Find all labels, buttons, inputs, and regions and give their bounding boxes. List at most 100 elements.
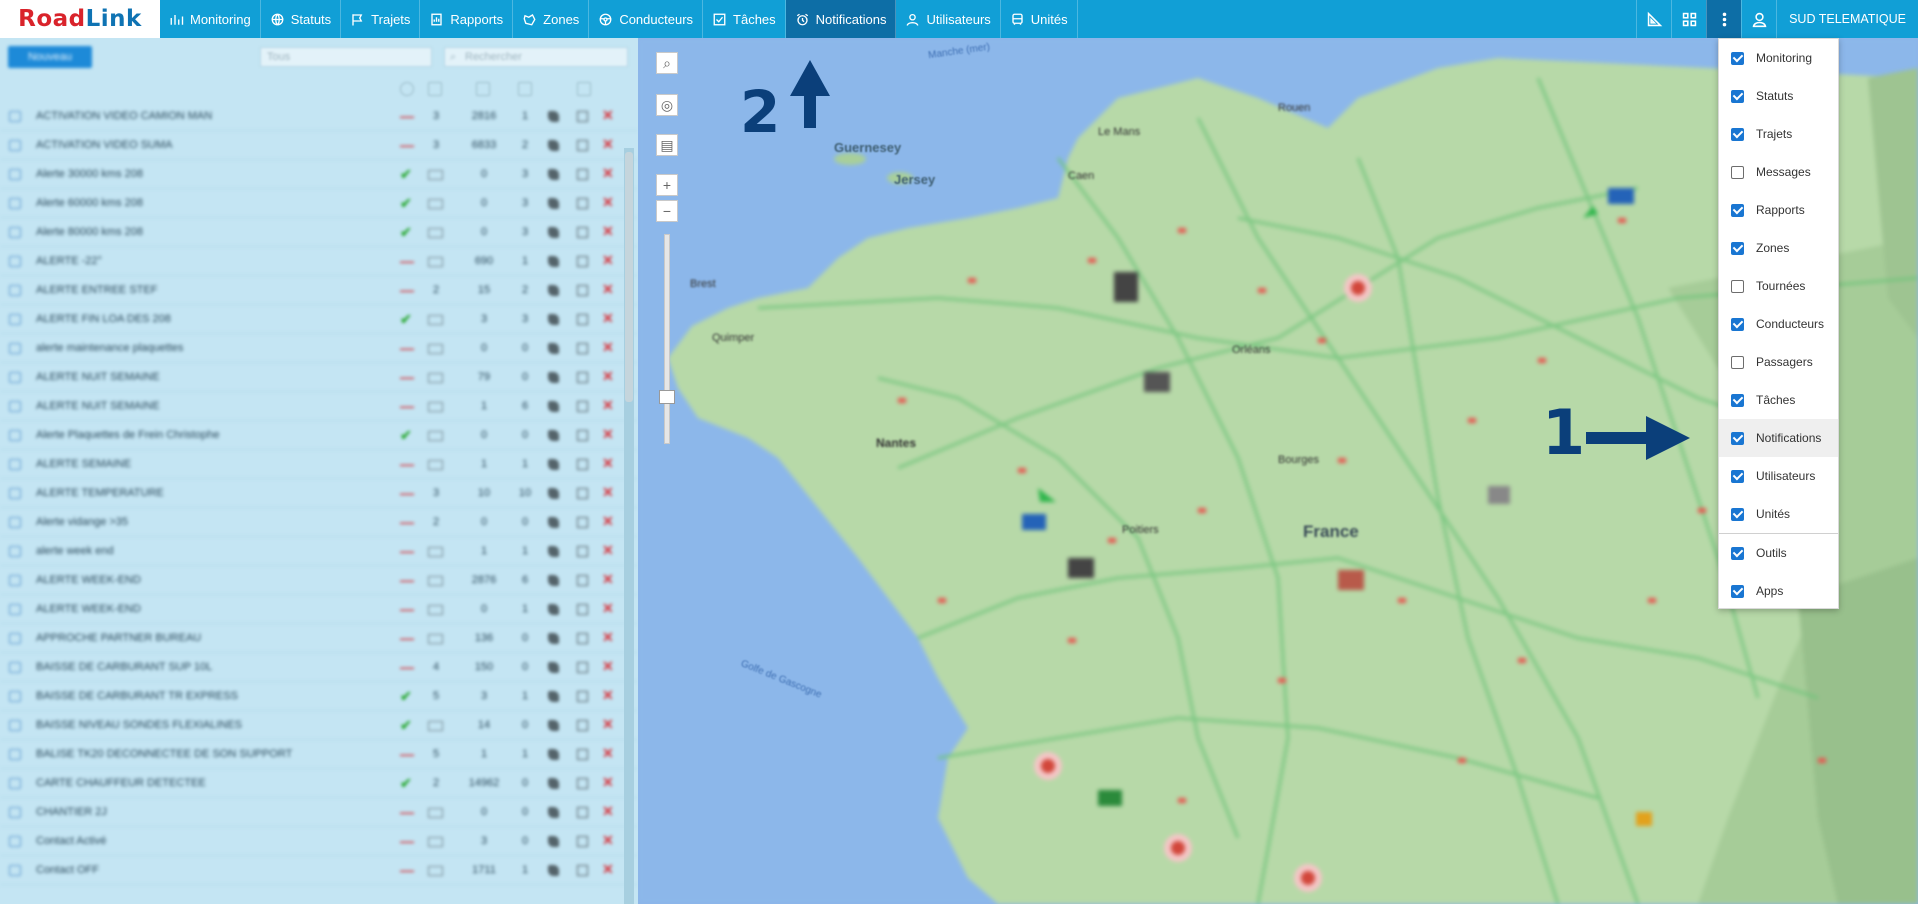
edit-wrench-icon[interactable]: [548, 488, 559, 499]
delete-icon[interactable]: ✕: [602, 397, 614, 414]
notification-row[interactable]: ALERTE -22° — 690 1 ✕: [0, 247, 638, 276]
copy-column-icon[interactable]: [577, 82, 591, 96]
dropdown-item-messages[interactable]: Messages: [1719, 153, 1838, 191]
copy-icon[interactable]: [577, 459, 588, 470]
copy-icon[interactable]: [577, 633, 588, 644]
copy-icon[interactable]: [577, 865, 588, 876]
edit-wrench-icon[interactable]: [548, 401, 559, 412]
notification-name[interactable]: CHANTIER 2J: [36, 806, 366, 818]
checkbox[interactable]: [1731, 431, 1744, 445]
notification-row[interactable]: BAISSE DE CARBURANT TR EXPRESS ✔ 5 3 1 ✕: [0, 682, 638, 711]
dropdown-item-taches[interactable]: Tâches: [1719, 381, 1838, 419]
more-menu-button[interactable]: [1706, 0, 1742, 38]
notification-row[interactable]: Alerte 30000 kms 208 ✔ 0 3 ✕: [0, 160, 638, 189]
notification-name[interactable]: ALERTE FIN LOA DES 208: [36, 313, 366, 325]
checkbox[interactable]: [1731, 317, 1744, 331]
notification-row[interactable]: ACTIVATION VIDEO CAMION MAN — 3 2816 1 ✕: [0, 102, 638, 131]
refresh-column-icon[interactable]: [476, 82, 490, 96]
copy-icon[interactable]: [577, 227, 588, 238]
company-name[interactable]: SUD TELEMATIQUE: [1776, 0, 1918, 38]
copy-icon[interactable]: [577, 343, 588, 354]
copy-icon[interactable]: [577, 720, 588, 731]
type-column-icon[interactable]: [428, 82, 442, 96]
delete-icon[interactable]: ✕: [602, 455, 614, 472]
delete-icon[interactable]: ✕: [602, 484, 614, 501]
delete-icon[interactable]: ✕: [602, 687, 614, 704]
notification-name[interactable]: Alerte 80000 kms 208: [36, 226, 366, 238]
delete-icon[interactable]: ✕: [602, 165, 614, 182]
notification-row[interactable]: ALERTE NUIT SEMAINE — 79 0 ✕: [0, 363, 638, 392]
checkbox[interactable]: [1731, 127, 1744, 141]
delete-icon[interactable]: ✕: [602, 803, 614, 820]
delete-icon[interactable]: ✕: [602, 368, 614, 385]
checkbox[interactable]: [1731, 89, 1744, 103]
nav-tab-conducteurs[interactable]: Conducteurs: [589, 0, 704, 38]
edit-wrench-icon[interactable]: [548, 778, 559, 789]
notification-name[interactable]: BAISSE DE CARBURANT TR EXPRESS: [36, 690, 366, 702]
checkbox[interactable]: [1731, 584, 1744, 598]
edit-wrench-icon[interactable]: [548, 169, 559, 180]
notification-row[interactable]: CHANTIER 2J — 0 0 ✕: [0, 798, 638, 827]
scrollbar-thumb[interactable]: [625, 152, 633, 402]
dropdown-item-utilisateurs[interactable]: Utilisateurs: [1719, 457, 1838, 495]
edit-wrench-icon[interactable]: [548, 343, 559, 354]
edit-wrench-icon[interactable]: [548, 372, 559, 383]
notification-name[interactable]: alerte week end: [36, 545, 366, 557]
edit-wrench-icon[interactable]: [548, 111, 559, 122]
copy-icon[interactable]: [577, 836, 588, 847]
dropdown-item-monitoring[interactable]: Monitoring: [1719, 39, 1838, 77]
checkbox[interactable]: [1731, 241, 1744, 255]
delete-icon[interactable]: ✕: [602, 716, 614, 733]
status-column-icon[interactable]: [400, 82, 414, 96]
copy-icon[interactable]: [577, 169, 588, 180]
nav-tab-statuts[interactable]: Statuts: [261, 0, 342, 38]
notification-row[interactable]: ACTIVATION VIDEO SUMA — 3 6833 2 ✕: [0, 131, 638, 160]
notification-name[interactable]: ALERTE WEEK-END: [36, 574, 366, 586]
notification-name[interactable]: Contact Activé: [36, 835, 366, 847]
checkbox[interactable]: [1731, 203, 1744, 217]
notification-name[interactable]: Alerte Plaquettes de Frein Christophe: [36, 429, 366, 441]
notification-row[interactable]: Alerte Plaquettes de Frein Christophe ✔ 0 0…: [0, 421, 638, 450]
copy-icon[interactable]: [577, 401, 588, 412]
notification-row[interactable]: ALERTE SEMAINE — 1 1 ✕: [0, 450, 638, 479]
copy-icon[interactable]: [577, 372, 588, 383]
zoom-slider-handle[interactable]: [659, 390, 675, 404]
delete-icon[interactable]: ✕: [602, 832, 614, 849]
measure-tool-button[interactable]: [1636, 0, 1671, 38]
copy-icon[interactable]: [577, 807, 588, 818]
notification-row[interactable]: BAISSE DE CARBURANT SUP 10L — 4 150 0 ✕: [0, 653, 638, 682]
notification-row[interactable]: Contact Activé — 3 0 ✕: [0, 827, 638, 856]
copy-icon[interactable]: [577, 691, 588, 702]
notification-name[interactable]: ACTIVATION VIDEO SUMA: [36, 139, 366, 151]
notification-name[interactable]: alerte maintenance plaquettes: [36, 342, 366, 354]
checkbox[interactable]: [1731, 279, 1744, 293]
panel-scrollbar[interactable]: [624, 148, 634, 904]
map-search-button[interactable]: ⌕: [656, 52, 678, 74]
delete-icon[interactable]: ✕: [602, 861, 614, 878]
copy-icon[interactable]: [577, 198, 588, 209]
edit-wrench-icon[interactable]: [548, 720, 559, 731]
notification-row[interactable]: APPROCHE PARTNER BUREAU — 136 0 ✕: [0, 624, 638, 653]
notification-row[interactable]: CARTE CHAUFFEUR DETECTEE ✔ 2 14962 0 ✕: [0, 769, 638, 798]
dropdown-item-unites[interactable]: Unités: [1719, 495, 1838, 533]
notification-name[interactable]: Alerte 60000 kms 208: [36, 197, 366, 209]
map-layers-button[interactable]: ▤: [656, 134, 678, 156]
dropdown-item-passagers[interactable]: Passagers: [1719, 343, 1838, 381]
delete-icon[interactable]: ✕: [602, 223, 614, 240]
nav-tab-zones[interactable]: Zones: [513, 0, 590, 38]
dropdown-item-apps[interactable]: Apps: [1719, 572, 1838, 610]
filter-select[interactable]: Tous: [260, 47, 432, 67]
notification-row[interactable]: ALERTE FIN LOA DES 208 ✔ 3 3 ✕: [0, 305, 638, 334]
dropdown-item-outils[interactable]: Outils: [1719, 534, 1838, 572]
notification-row[interactable]: ALERTE WEEK-END — 2876 6 ✕: [0, 566, 638, 595]
delete-icon[interactable]: ✕: [602, 426, 614, 443]
copy-icon[interactable]: [577, 488, 588, 499]
delete-icon[interactable]: ✕: [602, 339, 614, 356]
copy-icon[interactable]: [577, 546, 588, 557]
edit-wrench-icon[interactable]: [548, 517, 559, 528]
notification-row[interactable]: ALERTE WEEK-END — 0 1 ✕: [0, 595, 638, 624]
edit-wrench-icon[interactable]: [548, 256, 559, 267]
edit-wrench-icon[interactable]: [548, 459, 559, 470]
checkbox[interactable]: [1731, 51, 1744, 65]
dropdown-item-zones[interactable]: Zones: [1719, 229, 1838, 267]
